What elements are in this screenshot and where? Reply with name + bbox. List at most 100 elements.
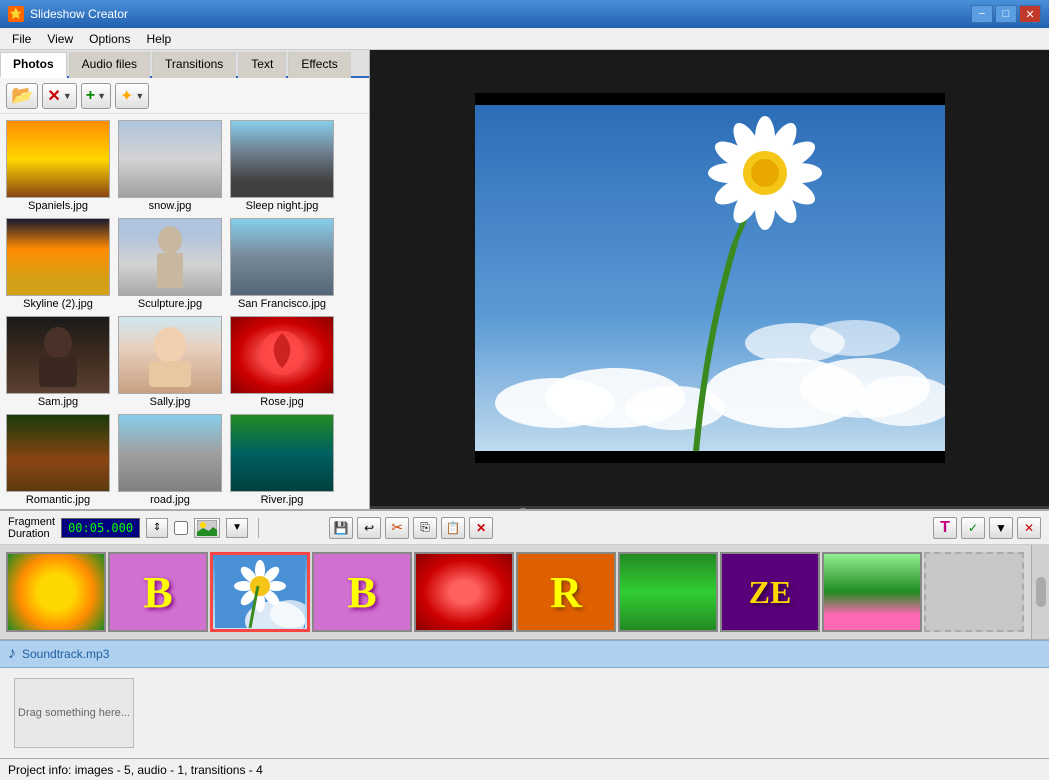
preview-area: [370, 50, 1049, 506]
photo-label: Skyline (2).jpg: [23, 298, 93, 310]
left-panel: Photos Audio files Transitions Text Effe…: [0, 50, 370, 560]
maximize-button[interactable]: □: [995, 5, 1017, 23]
copy-button[interactable]: ⎘: [413, 517, 437, 539]
fragment-time[interactable]: 00:05.000: [61, 518, 140, 538]
photo-label: River.jpg: [261, 494, 304, 506]
open-icon: 📂: [11, 85, 33, 106]
menu-help[interactable]: Help: [139, 30, 180, 48]
photo-thumbnail: [230, 120, 334, 198]
audio-note-icon: ♪: [8, 645, 16, 663]
drag-section: Drag something here...: [0, 668, 1049, 758]
list-item[interactable]: Spaniels.jpg: [4, 118, 112, 214]
bottom-panel: FragmentDuration 00:05.000 ⇕ ▼ 💾 ↩ ✂ ⎘ 📋…: [0, 509, 1049, 780]
close-button[interactable]: ✕: [1019, 5, 1041, 23]
photo-thumbnail: [118, 120, 222, 198]
photo-row-3: Sam.jpg Sally.jpg Rose.jpg: [4, 314, 365, 410]
photo-label: San Francisco.jpg: [238, 298, 326, 310]
drag-area[interactable]: Drag something here...: [14, 678, 134, 748]
photo-thumbnail: [118, 414, 222, 492]
fragment-checkbox[interactable]: [174, 521, 188, 535]
photo-thumbnail: [6, 120, 110, 198]
photo-label: Sleep night.jpg: [246, 200, 319, 212]
photo-label: Romantic.jpg: [26, 494, 90, 506]
table-row[interactable]: B: [108, 552, 208, 632]
list-item[interactable]: Sculpture.jpg: [116, 216, 224, 312]
open-button[interactable]: 📂: [6, 83, 38, 109]
timeline-scrollbar[interactable]: [1031, 545, 1049, 639]
table-row[interactable]: [210, 552, 310, 632]
table-row[interactable]: [414, 552, 514, 632]
photo-row-4: Romantic.jpg road.jpg River.jpg: [4, 412, 365, 508]
photo-label: Sally.jpg: [150, 396, 191, 408]
table-row[interactable]: R: [516, 552, 616, 632]
list-item[interactable]: Rose.jpg: [228, 314, 336, 410]
fragment-arrows-button[interactable]: ⇕: [146, 518, 168, 538]
menu-file[interactable]: File: [4, 30, 39, 48]
photo-thumbnail: [6, 316, 110, 394]
tabs: Photos Audio files Transitions Text Effe…: [0, 50, 369, 78]
save-button[interactable]: 💾: [329, 517, 353, 539]
tab-effects[interactable]: Effects: [288, 52, 350, 78]
delete-dropdown-arrow: ▼: [63, 91, 72, 101]
photo-row-1: Spaniels.jpg snow.jpg Sleep night.jpg: [4, 118, 365, 214]
menu-view[interactable]: View: [39, 30, 81, 48]
add-icon: +: [86, 87, 95, 105]
table-row[interactable]: [822, 552, 922, 632]
app-icon: ⭐: [8, 6, 24, 22]
check-dropdown-button[interactable]: ▼: [989, 517, 1013, 539]
left-toolbar: 📂 ✕ ▼ + ▼ ✦ ▼: [0, 78, 369, 114]
cut-button[interactable]: ✂: [385, 517, 409, 539]
minimize-button[interactable]: −: [971, 5, 993, 23]
add-button[interactable]: + ▼: [81, 83, 111, 109]
fragment-dropdown-button[interactable]: ▼: [226, 518, 248, 538]
photo-label: Rose.jpg: [260, 396, 303, 408]
table-row[interactable]: ZE: [720, 552, 820, 632]
photo-thumbnail: [6, 218, 110, 296]
delete-button[interactable]: ✕: [469, 517, 493, 539]
list-item[interactable]: Skyline (2).jpg: [4, 216, 112, 312]
timeline-area: B: [0, 545, 1049, 640]
window-controls[interactable]: − □ ✕: [971, 5, 1041, 23]
tab-transitions[interactable]: Transitions: [152, 52, 236, 78]
photo-thumbnail: [230, 218, 334, 296]
preview-image: [475, 93, 945, 463]
star-icon: ✦: [120, 86, 133, 106]
photo-label: Spaniels.jpg: [28, 200, 88, 212]
check-button[interactable]: ✓: [961, 517, 985, 539]
photo-thumbnail: [6, 414, 110, 492]
undo-button[interactable]: ↩: [357, 517, 381, 539]
fragment-toolbar: FragmentDuration 00:05.000 ⇕ ▼ 💾 ↩ ✂ ⎘ 📋…: [0, 511, 1049, 545]
window-title: Slideshow Creator: [30, 7, 971, 21]
menu-bar: File View Options Help: [0, 28, 1049, 50]
right-panel: ⏮ ⏪ ▶ ⏩ ⏭ ■ 📷 ⛶ 7.0 s / 33.0 s: [370, 50, 1049, 560]
star-dropdown-arrow: ▼: [135, 91, 144, 101]
table-row[interactable]: [6, 552, 106, 632]
list-item[interactable]: Sam.jpg: [4, 314, 112, 410]
photo-label: Sculpture.jpg: [138, 298, 202, 310]
table-row[interactable]: B: [312, 552, 412, 632]
photo-grid: Spaniels.jpg snow.jpg Sleep night.jpg Sk…: [0, 114, 369, 509]
paste-button[interactable]: 📋: [441, 517, 465, 539]
photo-label: Sam.jpg: [38, 396, 78, 408]
tab-photos[interactable]: Photos: [0, 52, 67, 78]
cross-button[interactable]: ✕: [1017, 517, 1041, 539]
delete-button[interactable]: ✕ ▼: [42, 83, 76, 109]
tab-audio-files[interactable]: Audio files: [69, 52, 150, 78]
list-item[interactable]: Sleep night.jpg: [228, 118, 336, 214]
text-T-button[interactable]: T: [933, 517, 957, 539]
tab-text[interactable]: Text: [238, 52, 286, 78]
fragment-image-button[interactable]: [194, 518, 220, 538]
star-button[interactable]: ✦ ▼: [115, 83, 149, 109]
table-row[interactable]: [924, 552, 1024, 632]
list-item[interactable]: Sally.jpg: [116, 314, 224, 410]
main-container: Photos Audio files Transitions Text Effe…: [0, 50, 1049, 560]
menu-options[interactable]: Options: [81, 30, 138, 48]
list-item[interactable]: River.jpg: [228, 412, 336, 508]
list-item[interactable]: road.jpg: [116, 412, 224, 508]
list-item[interactable]: snow.jpg: [116, 118, 224, 214]
list-item[interactable]: San Francisco.jpg: [228, 216, 336, 312]
audio-track: ♪ Soundtrack.mp3: [0, 640, 1049, 668]
table-row[interactable]: [618, 552, 718, 632]
list-item[interactable]: Romantic.jpg: [4, 412, 112, 508]
photo-row-2: Skyline (2).jpg Sculpture.jpg San Franci…: [4, 216, 365, 312]
